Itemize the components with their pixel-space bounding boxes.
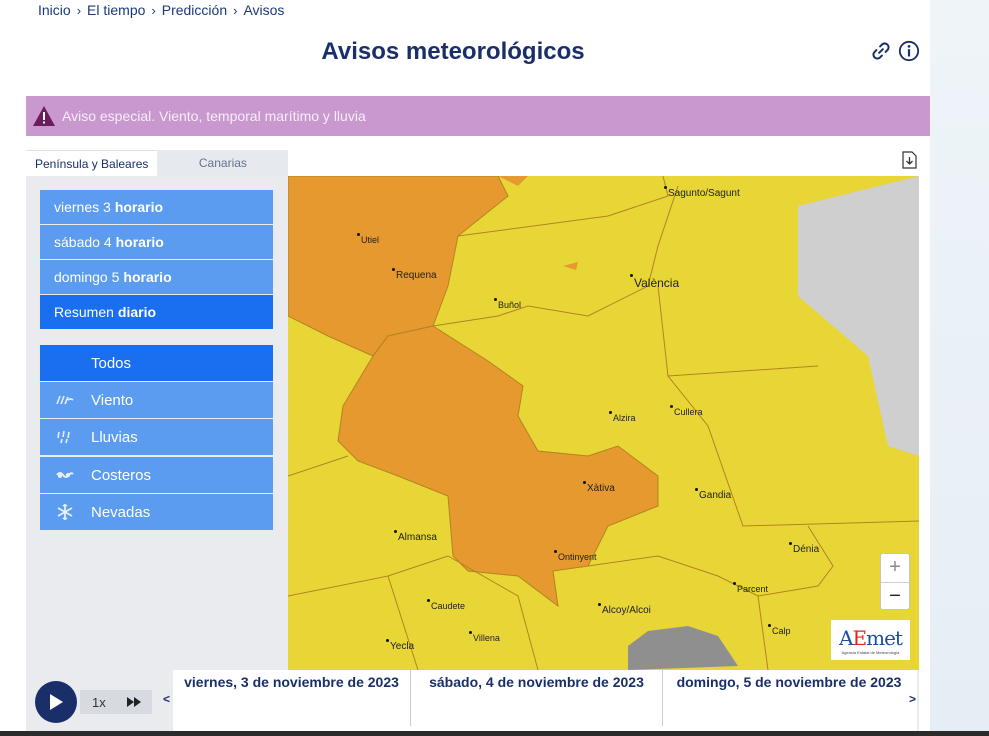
day-button-prefix: Resumen: [54, 304, 114, 320]
breadcrumb-separator: ›: [151, 2, 156, 18]
snowflake-icon: [57, 504, 73, 520]
breadcrumb-el-tiempo[interactable]: El tiempo: [87, 2, 145, 18]
breadcrumb: Inicio › El tiempo › Predicción › Avisos: [38, 2, 284, 18]
timeline-date[interactable]: sábado, 4 de noviembre de 2023: [411, 670, 663, 726]
breadcrumb-avisos[interactable]: Avisos: [243, 2, 284, 18]
breadcrumb-inicio[interactable]: Inicio: [38, 2, 71, 18]
aemet-logo: AEmet Agencia Estatal de Meteorología: [831, 620, 910, 660]
day-button-domingo[interactable]: domingo 5 horario: [40, 260, 273, 294]
city-label: Alcoy/Alcoi: [598, 603, 651, 616]
wind-icon: [56, 395, 74, 405]
city-label: Calp: [768, 624, 791, 636]
city-label: València: [629, 274, 680, 290]
bottom-bar: [0, 731, 989, 736]
breadcrumb-prediccion[interactable]: Predicción: [162, 2, 227, 18]
info-icon[interactable]: [898, 40, 920, 62]
type-button-viento[interactable]: Viento: [40, 382, 273, 418]
timeline-prev-button[interactable]: <: [163, 692, 170, 706]
tab-peninsula-baleares[interactable]: Península y Baleares: [26, 150, 158, 176]
region-tabs: Península y Baleares Canarias: [26, 150, 289, 176]
alert-text: Aviso especial. Viento, temporal marítim…: [62, 108, 366, 124]
speed-control[interactable]: 1x: [80, 690, 152, 714]
timeline-date[interactable]: viernes, 3 de noviembre de 2023: [173, 670, 411, 726]
day-button-suffix: diario: [117, 304, 157, 320]
breadcrumb-separator: ›: [233, 2, 238, 18]
type-label: Viento: [91, 391, 134, 409]
page: Inicio › El tiempo › Predicción › Avisos…: [0, 0, 930, 736]
zoom-control: + −: [880, 553, 910, 610]
city-label: Utiel: [356, 233, 380, 245]
download-icon[interactable]: [901, 151, 918, 169]
page-title: Avisos meteorológicos: [321, 38, 585, 65]
breadcrumb-separator: ›: [76, 2, 82, 18]
day-button-suffix: horario: [115, 234, 164, 250]
type-label: Todos: [91, 354, 132, 372]
logo-wordmark: AEmet: [839, 625, 903, 650]
warning-map[interactable]: Sagunto/Sagunt Utiel Requena València Bu…: [288, 176, 919, 670]
city-label: Sagunto/Sagunt: [664, 186, 740, 199]
play-icon: [50, 694, 63, 710]
city-label: Gandia: [694, 488, 732, 501]
type-button-lluvias[interactable]: Lluvias: [40, 419, 273, 455]
type-button-nevadas[interactable]: Nevadas: [40, 494, 273, 530]
link-icon[interactable]: [870, 40, 892, 62]
city-label: Alzira: [609, 411, 636, 423]
city-label: Caudete: [426, 599, 466, 611]
zoom-out-button[interactable]: −: [881, 582, 909, 610]
city-label: Villena: [469, 631, 500, 643]
alert-banner[interactable]: Aviso especial. Viento, temporal marítim…: [26, 96, 930, 136]
city-label: Xàtiva: [583, 481, 615, 494]
type-label: Nevadas: [91, 503, 151, 521]
rain-icon: [57, 430, 70, 444]
day-button-prefix: sábado 4: [54, 234, 112, 250]
logo-a: A: [839, 625, 853, 650]
city-label: Buñol: [493, 298, 522, 310]
timeline-dates: viernes, 3 de noviembre de 2023 sábado, …: [173, 670, 917, 736]
city-label: Dénia: [788, 542, 820, 555]
zoom-in-button[interactable]: +: [881, 554, 909, 582]
warning-triangle-icon: [33, 106, 55, 126]
day-button-viernes[interactable]: viernes 3 horario: [40, 190, 273, 224]
timeline-next-button[interactable]: >: [909, 692, 916, 706]
day-button-prefix: domingo 5: [54, 269, 120, 285]
city-label: Almansa: [394, 530, 437, 543]
sidebar: viernes 3 horario sábado 4 horario domin…: [26, 176, 288, 670]
day-button-prefix: viernes 3: [54, 199, 111, 215]
tab-canarias[interactable]: Canarias: [157, 150, 289, 176]
logo-rest: met: [866, 625, 903, 650]
day-button-suffix: horario: [123, 269, 172, 285]
logo-e: E: [852, 625, 868, 650]
header-icons: [870, 40, 920, 62]
play-button[interactable]: [35, 681, 77, 723]
timeline: 1x < viernes, 3 de noviembre de 2023 sáb…: [26, 670, 919, 736]
day-button-sabado[interactable]: sábado 4 horario: [40, 225, 273, 259]
city-label: Yecla: [385, 639, 415, 652]
city-label: Ontinyent: [554, 550, 597, 562]
type-button-todos[interactable]: Todos: [40, 345, 273, 381]
city-label: Parcent: [732, 582, 769, 594]
day-button-resumen[interactable]: Resumen diario: [40, 295, 273, 329]
map-regions: [288, 176, 919, 670]
type-label: Costeros: [91, 466, 152, 484]
city-label: Cullera: [670, 405, 703, 417]
fast-forward-icon[interactable]: [126, 696, 142, 708]
day-button-suffix: horario: [114, 199, 164, 215]
type-label: Lluvias: [91, 428, 138, 446]
logo-subtitle: Agencia Estatal de Meteorología: [841, 649, 900, 655]
city-label: Requena: [392, 268, 437, 281]
speed-value: 1x: [92, 694, 106, 710]
timeline-date[interactable]: domingo, 5 de noviembre de 2023: [663, 670, 915, 726]
type-button-costeros[interactable]: Costeros: [40, 457, 273, 493]
waves-icon: [56, 472, 74, 478]
